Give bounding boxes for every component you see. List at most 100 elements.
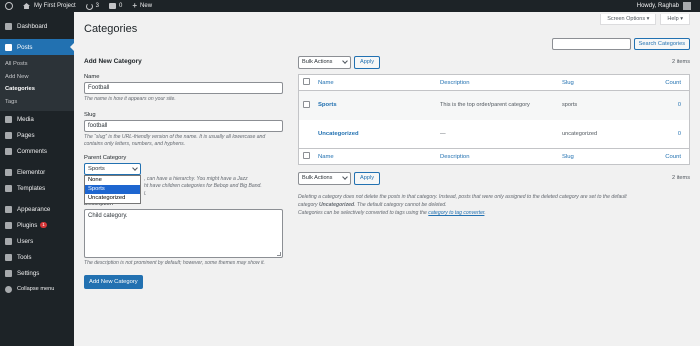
plugins-icon	[5, 221, 12, 229]
apply-button[interactable]: Apply	[354, 55, 380, 69]
sidebar-item-pages[interactable]: Pages	[0, 127, 74, 143]
note-line-1: Deleting a category does not delete the …	[298, 194, 627, 200]
column-description-footer[interactable]: Description	[436, 148, 558, 165]
screen-options-button[interactable]: Screen Options ▾	[600, 14, 657, 25]
category-name-link[interactable]: Sports	[318, 102, 337, 108]
home-icon	[23, 3, 30, 9]
sidebar-item-posts[interactable]: Posts	[0, 39, 74, 55]
sidebar-item-comments[interactable]: Comments	[0, 143, 74, 159]
category-tag-converter-link[interactable]: category to tag converter	[428, 210, 484, 216]
name-label: Name	[84, 74, 100, 80]
row-checkbox[interactable]	[303, 100, 310, 108]
add-new-category-button[interactable]: Add New Category	[84, 274, 143, 289]
option-uncategorized[interactable]: Uncategorized	[85, 194, 140, 203]
sidebar-item-appearance[interactable]: Appearance	[0, 201, 74, 217]
sidebar-item-plugins[interactable]: Plugins 1	[0, 217, 74, 233]
description-help: The description is not prominent by defa…	[84, 260, 265, 266]
note-text: . The default category cannot be deleted…	[354, 202, 447, 208]
tools-icon	[5, 253, 12, 261]
new-content-link[interactable]: + New	[127, 0, 157, 12]
help-button[interactable]: Help ▾	[660, 14, 690, 25]
sidebar-item-label: Comments	[17, 147, 47, 155]
option-sports[interactable]: Sports	[85, 184, 140, 194]
column-description[interactable]: Description	[436, 74, 558, 91]
parent-selected-value: Sports	[88, 165, 105, 172]
settings-icon	[5, 269, 12, 277]
sidebar-item-elementor[interactable]: Elementor	[0, 164, 74, 180]
slug-field[interactable]: football	[84, 119, 283, 132]
sidebar-item-tools[interactable]: Tools	[0, 249, 74, 265]
admin-sidebar: Dashboard Posts All Posts Add New Catego…	[0, 12, 74, 346]
chevron-down-icon	[132, 164, 138, 171]
elementor-icon	[5, 168, 12, 176]
submenu-add-new[interactable]: Add New	[0, 71, 74, 84]
parent-category-label: Parent Category	[84, 154, 127, 161]
submenu-all-posts[interactable]: All Posts	[0, 58, 74, 71]
option-none[interactable]: None	[85, 176, 140, 185]
resize-handle[interactable]	[277, 252, 281, 256]
chevron-down-icon	[342, 174, 348, 180]
category-name-link[interactable]: Uncategorized	[318, 131, 359, 137]
search-input[interactable]	[551, 38, 631, 50]
sidebar-item-label: Elementor	[17, 168, 46, 176]
collapse-icon	[5, 285, 12, 293]
site-name-link[interactable]: My First Project	[18, 0, 81, 12]
slug-help: The “slug” is the URL-friendly version o…	[84, 133, 266, 148]
column-count[interactable]: Count	[638, 74, 690, 91]
name-field[interactable]: Football	[84, 82, 283, 94]
sidebar-item-dashboard[interactable]: Dashboard	[0, 18, 74, 34]
categories-table-area: Bulk Actions Apply 2 items Name Descript…	[298, 55, 690, 217]
description-field[interactable]: Child category.	[84, 209, 283, 258]
sidebar-item-templates[interactable]: Templates	[0, 180, 74, 196]
apply-button-bottom[interactable]: Apply	[354, 171, 380, 185]
main-content: Screen Options ▾ Help ▾ Categories Searc…	[74, 12, 700, 346]
wordpress-logo-button[interactable]	[0, 0, 18, 12]
sidebar-item-label: Posts	[17, 43, 33, 51]
form-heading: Add New Category	[84, 58, 142, 65]
tablenav-bottom: Bulk Actions Apply 2 items	[298, 171, 690, 185]
search-categories-button[interactable]: Search Categories	[633, 38, 690, 50]
bulk-actions-label: Bulk Actions	[302, 175, 333, 181]
column-slug-footer[interactable]: Slug	[558, 148, 638, 165]
pin-icon	[5, 43, 12, 51]
wordpress-icon	[5, 2, 13, 10]
site-name-label: My First Project	[34, 3, 76, 9]
note-line-2: category Uncategorized. The default cate…	[298, 201, 690, 209]
sidebar-item-settings[interactable]: Settings	[0, 265, 74, 281]
bulk-actions-select-bottom[interactable]: Bulk Actions	[298, 171, 351, 185]
sidebar-item-label: Appearance	[17, 205, 51, 213]
submenu-tags[interactable]: Tags	[0, 96, 74, 109]
sidebar-item-label: Settings	[17, 269, 40, 277]
category-count-link[interactable]: 0	[678, 131, 681, 137]
sidebar-item-users[interactable]: Users	[0, 233, 74, 249]
comments-icon	[5, 147, 12, 155]
select-all-checkbox[interactable]	[303, 78, 310, 85]
page-title: Categories	[84, 23, 138, 35]
comments-link[interactable]: 0	[104, 0, 127, 12]
column-slug[interactable]: Slug	[558, 74, 638, 91]
sidebar-item-label: Pages	[17, 131, 35, 139]
note-text: Categories can be selectively converted …	[298, 210, 427, 216]
media-icon	[5, 115, 12, 123]
sidebar-item-media[interactable]: Media	[0, 111, 74, 127]
bulk-actions-label: Bulk Actions	[302, 59, 333, 65]
account-menu[interactable]: Howdy, Raghab	[632, 0, 696, 12]
updates-link[interactable]: 3	[81, 0, 104, 12]
category-count-link[interactable]: 0	[678, 102, 681, 108]
category-description: —	[440, 130, 446, 137]
collapse-menu-button[interactable]: Collapse menu	[0, 281, 74, 297]
table-row: Sports This is the top order/parent cate…	[298, 90, 690, 120]
avatar	[683, 2, 691, 10]
category-slug: uncategorized	[562, 130, 598, 137]
bulk-actions-select[interactable]: Bulk Actions	[298, 55, 351, 69]
submenu-categories[interactable]: Categories	[0, 83, 74, 96]
description-value: Child category.	[88, 213, 128, 219]
column-count-footer[interactable]: Count	[638, 148, 690, 165]
comments-count: 0	[119, 3, 123, 9]
parent-category-select[interactable]: Sports	[84, 162, 141, 175]
column-name[interactable]: Name	[314, 74, 436, 91]
select-all-checkbox-footer[interactable]	[303, 152, 310, 159]
column-name-footer[interactable]: Name	[314, 148, 436, 165]
note-line-3: Categories can be selectively converted …	[298, 209, 690, 217]
table-row: Uncategorized — uncategorized 0	[299, 120, 690, 149]
